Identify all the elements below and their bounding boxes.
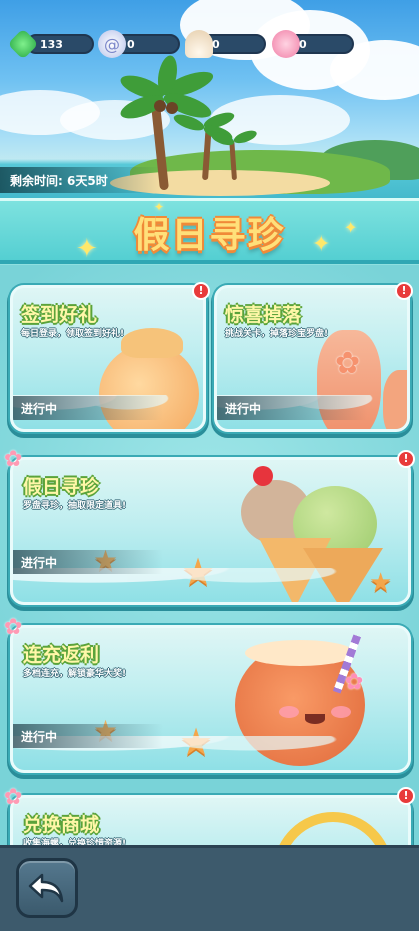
conch-count: 0 [127, 38, 135, 51]
activity-list[interactable]: 签到好礼 每日登录，领取签到好礼! 进行中 ! ✿ 惊喜掉落 挑战关卡，掉落珍宝… [0, 265, 419, 845]
notification-badge: ! [192, 282, 210, 300]
card-status: 进行中 [13, 724, 163, 748]
mascot-mouth [305, 714, 325, 724]
card-subtitle: 收集海螺，兑换珍惜资源! [23, 839, 127, 845]
card-surprise-drop[interactable]: ✿ 惊喜掉落 挑战关卡，掉落珍宝罗盘! 进行中 [214, 285, 410, 432]
gem-count: 133 [40, 38, 63, 51]
flower-icon: ✿ [335, 346, 361, 381]
hibiscus-flower-icon: ✿ [4, 785, 23, 810]
pink-shell-count: 0 [299, 38, 307, 51]
notification-badge: ! [397, 787, 415, 805]
pink-shell-icon [272, 30, 300, 58]
card-subtitle: 挑战关卡，掉落珍宝罗盘! [225, 329, 329, 339]
card-title: 签到好礼 [21, 304, 98, 326]
card-status: 进行中 [13, 396, 163, 420]
sparkle-star-icon: ✦ [154, 200, 165, 214]
card-sign-in-gift[interactable]: 签到好礼 每日登录，领取签到好礼! 进行中 [10, 285, 206, 432]
sparkle-star-icon: ✦ [344, 218, 358, 237]
card-title: 惊喜掉落 [225, 304, 302, 326]
card-title: 假日寻珍 [23, 476, 100, 498]
card-title: 连充返利 [23, 644, 100, 666]
lifebuoy-illustration [273, 812, 393, 845]
card-title: 兑换商城 [23, 814, 100, 836]
card-recharge-rebate[interactable]: ✿ ★ ★ 连充返利 多档连充，解锁豪华大奖! 进行中 [10, 625, 411, 773]
card-exchange-shop[interactable]: 兑换商城 收集海螺，兑换珍惜资源! [10, 795, 411, 845]
scallop-shell-icon [185, 30, 213, 58]
remaining-time-value: 6天5时 [67, 174, 108, 188]
card-subtitle: 多档连充，解锁豪华大奖! [23, 669, 127, 679]
hibiscus-flower-icon: ✿ [4, 615, 23, 640]
blush [331, 706, 351, 718]
card-holiday-treasure[interactable]: ★ ★ ★ 假日寻珍 罗盘寻珍，抽取限定道具! 进行中 [10, 457, 411, 605]
card-subtitle: 罗盘寻珍，抽取限定道具! [23, 501, 127, 511]
cherry-icon [253, 466, 273, 486]
back-button[interactable] [16, 858, 78, 918]
blush [279, 706, 299, 718]
coconut-rim [245, 640, 355, 666]
back-arrow-icon [28, 873, 64, 903]
notification-badge: ! [397, 450, 415, 468]
scallop-count: 0 [212, 38, 220, 51]
remaining-time: 剩余时间: 6天5时 [0, 167, 160, 193]
remaining-time-label: 剩余时间: [10, 174, 63, 188]
umbrella-icon [121, 328, 183, 358]
card-subtitle: 每日登录，领取签到好礼! [21, 329, 125, 339]
sparkle-star-icon: ✦ [76, 234, 98, 264]
conch-shell-icon: @ [98, 30, 126, 58]
card-status: 进行中 [217, 396, 367, 420]
notification-badge: ! [395, 282, 413, 300]
sparkle-star-icon: ✦ [312, 232, 331, 257]
flower-icon: ✿ [345, 670, 364, 695]
hibiscus-flower-icon: ✿ [4, 447, 23, 472]
card-status: 进行中 [13, 550, 163, 574]
